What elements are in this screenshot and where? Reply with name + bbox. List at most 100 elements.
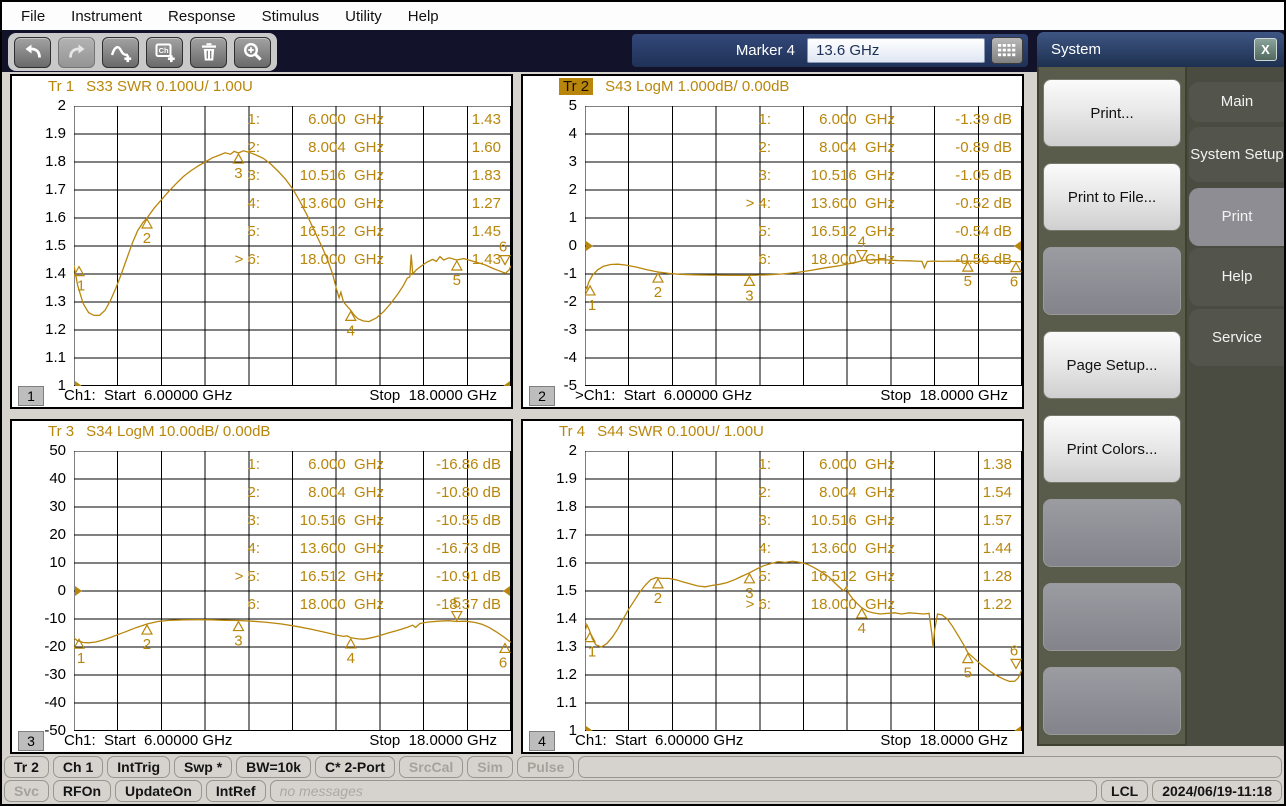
status-lcl[interactable]: LCL: [1101, 780, 1148, 802]
status-intref[interactable]: IntRef: [206, 780, 266, 802]
sweep-stop-label: Stop 18.0000 GHz: [880, 732, 1008, 749]
panel-tab-system-setup[interactable]: System Setup: [1189, 127, 1285, 182]
marker-1-number: 1: [588, 644, 596, 661]
plot-title: Tr 3S34 LogM 10.00dB/ 0.00dB: [48, 423, 270, 440]
menu-item-response[interactable]: Response: [155, 8, 249, 25]
softkey-blank: [1043, 583, 1181, 651]
marker-table-row: 6:18.000 GHz-18.37 dB: [74, 591, 501, 619]
status-inttrig[interactable]: IntTrig: [107, 756, 170, 778]
softkey-print-colors[interactable]: Print Colors...: [1043, 415, 1181, 483]
redo-icon[interactable]: [58, 37, 95, 68]
panel-tab-print[interactable]: Print: [1189, 188, 1285, 246]
status-swp[interactable]: Swp *: [174, 756, 232, 778]
marker-frequency: 6.000 GHz: [771, 451, 895, 479]
y-axis-tick: 50: [12, 442, 66, 459]
svg-text:Ch: Ch: [158, 46, 168, 55]
trace-format-label: S43 LogM 1.000dB/ 0.00dB: [593, 78, 789, 95]
status-ch-1[interactable]: Ch 1: [53, 756, 103, 778]
trace-label[interactable]: Tr 3: [48, 423, 74, 440]
marker-6-symbol[interactable]: [500, 643, 510, 652]
marker-number: 3:: [74, 507, 260, 535]
marker-number: 6:: [585, 246, 771, 274]
menu-item-file[interactable]: File: [8, 8, 58, 25]
marker-6-symbol[interactable]: [1011, 263, 1021, 272]
sweep-stop-label: Stop 18.0000 GHz: [369, 732, 497, 749]
marker-frequency: 13.600 GHz: [260, 190, 384, 218]
marker-table-row: 2:8.004 GHz-0.89 dB: [585, 134, 1012, 162]
marker-4-symbol[interactable]: [346, 639, 356, 648]
undo-icon[interactable]: [14, 37, 51, 68]
menu-item-instrument[interactable]: Instrument: [58, 8, 155, 25]
window-number-badge[interactable]: 2: [529, 386, 555, 406]
plot-grid: 1234561:6.000 GHz1.432:8.004 GHz1.603:10…: [74, 106, 511, 386]
channel-sweep-label: >Ch1: Start 6.00000 GHz: [575, 387, 752, 404]
status-bw-10k[interactable]: BW=10k: [236, 756, 311, 778]
menu-item-help[interactable]: Help: [395, 8, 452, 25]
marker-value: -10.55 dB: [384, 507, 501, 535]
marker-value: -0.56 dB: [895, 246, 1012, 274]
delete-trash-icon[interactable]: [190, 37, 227, 68]
panel-tab-main[interactable]: Main: [1189, 82, 1285, 122]
plot-1: Tr 1S33 SWR 0.100U/ 1.00U21.91.81.71.61.…: [10, 74, 513, 409]
status-updateon[interactable]: UpdateOn: [115, 780, 202, 802]
marker-value: -10.80 dB: [384, 479, 501, 507]
plot-footer: 2 >Ch1: Start 6.00000 GHz Stop 18.0000 GHz: [523, 386, 1022, 408]
close-icon[interactable]: X: [1254, 38, 1277, 61]
y-axis-tick: -2: [523, 293, 577, 310]
marker-frequency: 16.512 GHz: [771, 563, 895, 591]
sweep-stop-label: Stop 18.0000 GHz: [880, 387, 1008, 404]
window-number-badge[interactable]: 4: [529, 731, 555, 751]
panel-tab-help[interactable]: Help: [1189, 248, 1285, 306]
marker-value: -10.91 dB: [384, 563, 501, 591]
panel-tab-service[interactable]: Service: [1189, 309, 1285, 366]
marker-6-symbol[interactable]: [500, 256, 510, 265]
marker-number: 6:: [74, 591, 260, 619]
marker-value: 1.43: [384, 246, 501, 274]
marker-number: > 5:: [74, 563, 260, 591]
softkey-page-setup[interactable]: Page Setup...: [1043, 331, 1181, 399]
status-rfon[interactable]: RFOn: [53, 780, 111, 802]
status-2024-06-19-11-18[interactable]: 2024/06/19-11:18: [1152, 780, 1282, 802]
softkey-blank: [1043, 247, 1181, 315]
status-tr-2[interactable]: Tr 2: [4, 756, 49, 778]
marker-table-row: > 6:18.000 GHz1.43: [74, 246, 501, 274]
marker-3-symbol[interactable]: [233, 622, 243, 631]
marker-3-symbol[interactable]: [744, 276, 754, 285]
marker-value-input[interactable]: [807, 38, 985, 63]
marker-2-symbol[interactable]: [142, 625, 152, 634]
window-number-badge[interactable]: 1: [18, 386, 44, 406]
marker-frequency: 18.000 GHz: [260, 591, 384, 619]
y-axis-tick: 1.1: [12, 349, 66, 366]
y-axis-tick: 1.4: [523, 610, 577, 627]
trace-label[interactable]: Tr 2: [559, 78, 593, 95]
keypad-icon[interactable]: [991, 37, 1023, 64]
plot-3: Tr 3S34 LogM 10.00dB/ 0.00dB50403020100-…: [10, 419, 513, 754]
status-c-2-port[interactable]: C* 2-Port: [315, 756, 395, 778]
marker-value: -0.52 dB: [895, 190, 1012, 218]
softkey-print[interactable]: Print...: [1043, 79, 1181, 147]
trace-label[interactable]: Tr 4: [559, 423, 585, 440]
add-trace-icon[interactable]: [102, 37, 139, 68]
panel-title: System: [1037, 41, 1101, 58]
marker-frequency: 8.004 GHz: [771, 479, 895, 507]
plot-2: Tr 2S43 LogM 1.000dB/ 0.00dB543210-1-2-3…: [521, 74, 1024, 409]
marker-table-row: 3:10.516 GHz1.83: [74, 162, 501, 190]
y-axis-tick: -4: [523, 349, 577, 366]
y-axis-tick: 1.2: [523, 666, 577, 683]
zoom-icon[interactable]: [234, 37, 271, 68]
y-axis-tick: 1.7: [12, 181, 66, 198]
marker-frequency: 16.512 GHz: [260, 218, 384, 246]
plot-title: Tr 2S43 LogM 1.000dB/ 0.00dB: [559, 78, 789, 95]
y-axis-tick: 30: [12, 498, 66, 515]
trace-label[interactable]: Tr 1: [48, 78, 74, 95]
plot-grid: 1234561:6.000 GHz-16.86 dB2:8.004 GHz-10…: [74, 451, 511, 731]
marker-6-symbol[interactable]: [1011, 659, 1021, 668]
softkey-print-to-file[interactable]: Print to File...: [1043, 163, 1181, 231]
add-channel-icon[interactable]: Ch: [146, 37, 183, 68]
y-axis-tick: 1.4: [12, 265, 66, 282]
menu-item-utility[interactable]: Utility: [332, 8, 395, 25]
marker-value: -1.05 dB: [895, 162, 1012, 190]
status-pulse: Pulse: [517, 756, 574, 778]
menu-item-stimulus[interactable]: Stimulus: [249, 8, 333, 25]
window-number-badge[interactable]: 3: [18, 731, 44, 751]
